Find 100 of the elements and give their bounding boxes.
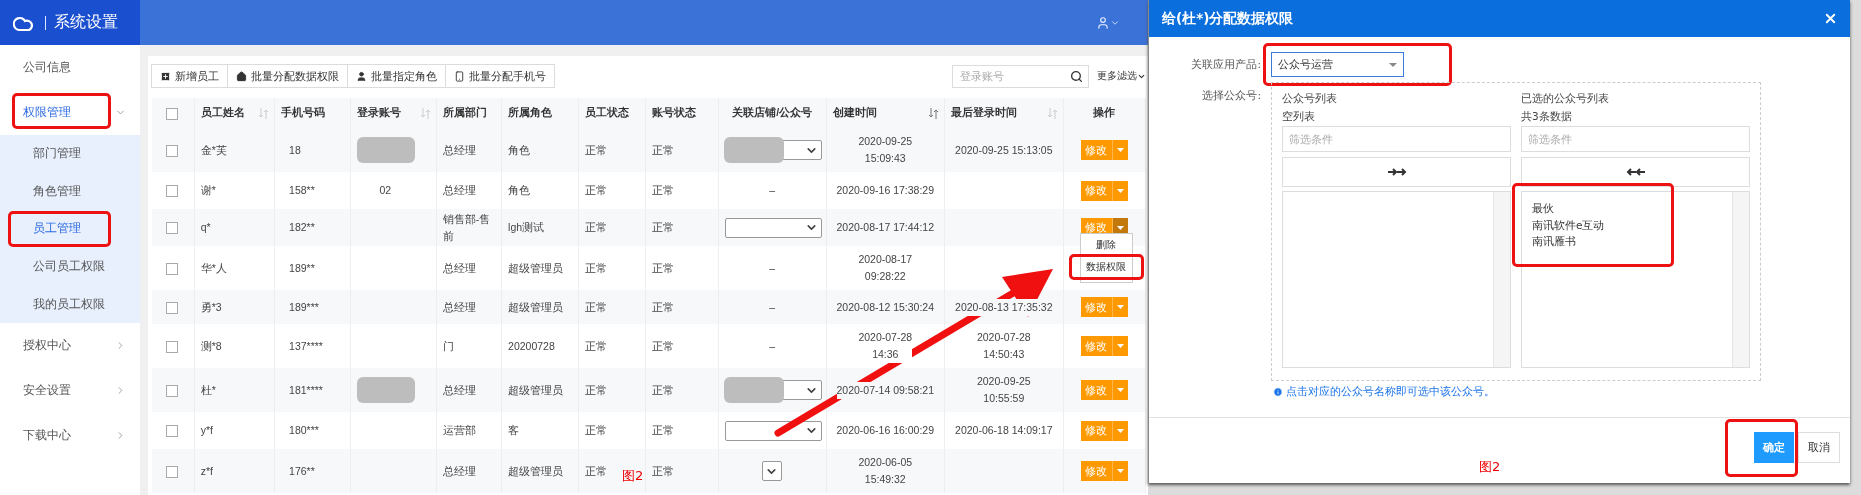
department: 运营部 [442, 424, 476, 436]
house-icon [236, 70, 247, 82]
figure-caption: 图2 [622, 467, 644, 485]
account-status: 正常 [651, 383, 674, 396]
list-item[interactable]: 南讯软件e互动 [1532, 216, 1722, 233]
list-item[interactable]: 最伙 [1532, 200, 1722, 217]
toolbar-button[interactable]: 新增员工 [151, 64, 228, 88]
list-count: 共3条数据 [1521, 109, 1573, 124]
filter-field[interactable]: 筛选条件 [1282, 126, 1511, 152]
employee-name: 杜* [200, 383, 216, 396]
user-icon[interactable] [1096, 15, 1110, 30]
account-status: 正常 [651, 143, 674, 156]
move-left-button[interactable] [1521, 157, 1750, 187]
filter-field[interactable]: 筛选条件 [1521, 126, 1750, 152]
created-time: 2020-07-14 09:58:21 [836, 381, 934, 399]
store-value: – [769, 300, 776, 313]
phone-number: 182** [289, 221, 315, 233]
search-field[interactable]: 登录账号 [952, 64, 1089, 88]
role: 超级管理员 [508, 261, 564, 274]
role: 超级管理员 [508, 383, 564, 396]
phone-number: 137**** [289, 339, 323, 352]
menu-item[interactable]: 删除 [1080, 236, 1132, 254]
checkbox[interactable] [166, 465, 178, 478]
product-select[interactable]: 公众号运营 [1271, 52, 1404, 77]
column-header: 员工状态 [585, 106, 630, 120]
checkbox[interactable] [166, 301, 178, 314]
caret-icon [1116, 305, 1124, 309]
field-label: 选择公众号: [1201, 89, 1262, 103]
app-title: 系统设置 [54, 12, 118, 33]
checkbox[interactable] [166, 144, 178, 157]
store-value: – [769, 339, 776, 352]
list-count: 空列表 [1282, 109, 1316, 124]
last-login-time: 2020-09-25 10:55:59 [976, 373, 1031, 407]
employee-name: 金*芙 [200, 143, 227, 156]
role: 超级管理员 [508, 300, 564, 313]
account-status: 正常 [651, 464, 674, 477]
department: 总经理 [442, 300, 476, 313]
cancel-button[interactable]: 取消 [1798, 432, 1840, 463]
phone-number: 18 [289, 143, 301, 156]
account-status: 正常 [651, 339, 674, 352]
phone-number: 189*** [289, 300, 319, 313]
department: 销售部-售前 [442, 212, 491, 242]
role: 超级管理员 [508, 464, 564, 477]
toolbar-button[interactable]: 批量分配手机号 [445, 64, 555, 88]
created-time: 2020-08-17 17:44:12 [836, 219, 934, 236]
employee-status: 正常 [585, 339, 608, 352]
sidebar-subitem[interactable]: 我的员工权限 [0, 285, 140, 323]
employee-name: y*f [200, 424, 213, 436]
hint-text: 点击对应的公众号名称即可选中该公众号。 [1286, 385, 1495, 399]
info-icon [1273, 387, 1283, 397]
employee-name: q* [200, 221, 211, 233]
close-icon[interactable] [1823, 11, 1838, 26]
sort-icon[interactable] [929, 107, 939, 119]
employee-name: 测*8 [200, 339, 222, 352]
column-header: 登录账号 [357, 106, 402, 120]
column-header: 所属角色 [508, 106, 553, 120]
checkbox[interactable] [166, 262, 178, 275]
employee-status: 正常 [585, 464, 608, 477]
phone-number: 181**** [289, 383, 323, 396]
sidebar-subitem[interactable]: 部门管理 [0, 135, 140, 173]
checkbox[interactable] [166, 185, 178, 198]
sidebar-subitem[interactable]: 公司员工权限 [0, 247, 140, 286]
role: 客 [508, 424, 520, 436]
store-select[interactable] [762, 461, 783, 481]
caret-icon [1116, 225, 1124, 230]
caret-icon [1389, 62, 1397, 67]
toolbar-button[interactable]: 批量指定角色 [347, 64, 446, 88]
created-time: 2020-06-05 15:49:32 [858, 454, 913, 488]
move-right-button[interactable] [1282, 157, 1511, 187]
list-title: 公众号列表 [1282, 91, 1338, 106]
last-login-time: 2020-09-25 15:13:05 [955, 141, 1053, 159]
role: lgh测试 [508, 221, 545, 233]
employee-status: 正常 [585, 261, 608, 274]
list-title: 已选的公众号列表 [1521, 91, 1610, 106]
checkbox[interactable] [166, 107, 178, 120]
last-login-time: 2020-08-13 17:35:32 [955, 298, 1053, 316]
department: 总经理 [442, 464, 476, 477]
double-arrow-left-icon [1625, 166, 1646, 178]
toolbar-button[interactable]: 批量分配数据权限 [227, 64, 348, 88]
column-header: 操作 [1093, 106, 1116, 120]
employee-status: 正常 [585, 383, 608, 396]
sidebar-subitem[interactable]: 员工管理 [0, 210, 140, 248]
list-item[interactable]: 南讯雁书 [1532, 233, 1722, 250]
employee-status: 正常 [585, 221, 608, 233]
checkbox[interactable] [166, 340, 178, 353]
store-value: – [769, 261, 776, 274]
column-header: 创建时间 [832, 106, 877, 120]
caret-icon [1116, 428, 1124, 433]
dialog-title: 给(杜*)分配数据权限 [1162, 9, 1294, 28]
sidebar-subitem[interactable]: 角色管理 [0, 172, 140, 211]
checkbox[interactable] [166, 384, 178, 397]
column-header: 账号状态 [651, 106, 696, 120]
caret-icon [1116, 188, 1124, 193]
more-filters-button[interactable]: 更多滤选 [1089, 69, 1148, 83]
figure-caption: 图2 [1479, 458, 1501, 476]
created-time: 2020-08-12 15:30:24 [836, 298, 934, 316]
account-status: 正常 [651, 300, 674, 313]
checkbox[interactable] [166, 425, 178, 438]
checkbox[interactable] [166, 222, 178, 235]
login-account: 02 [379, 184, 392, 196]
